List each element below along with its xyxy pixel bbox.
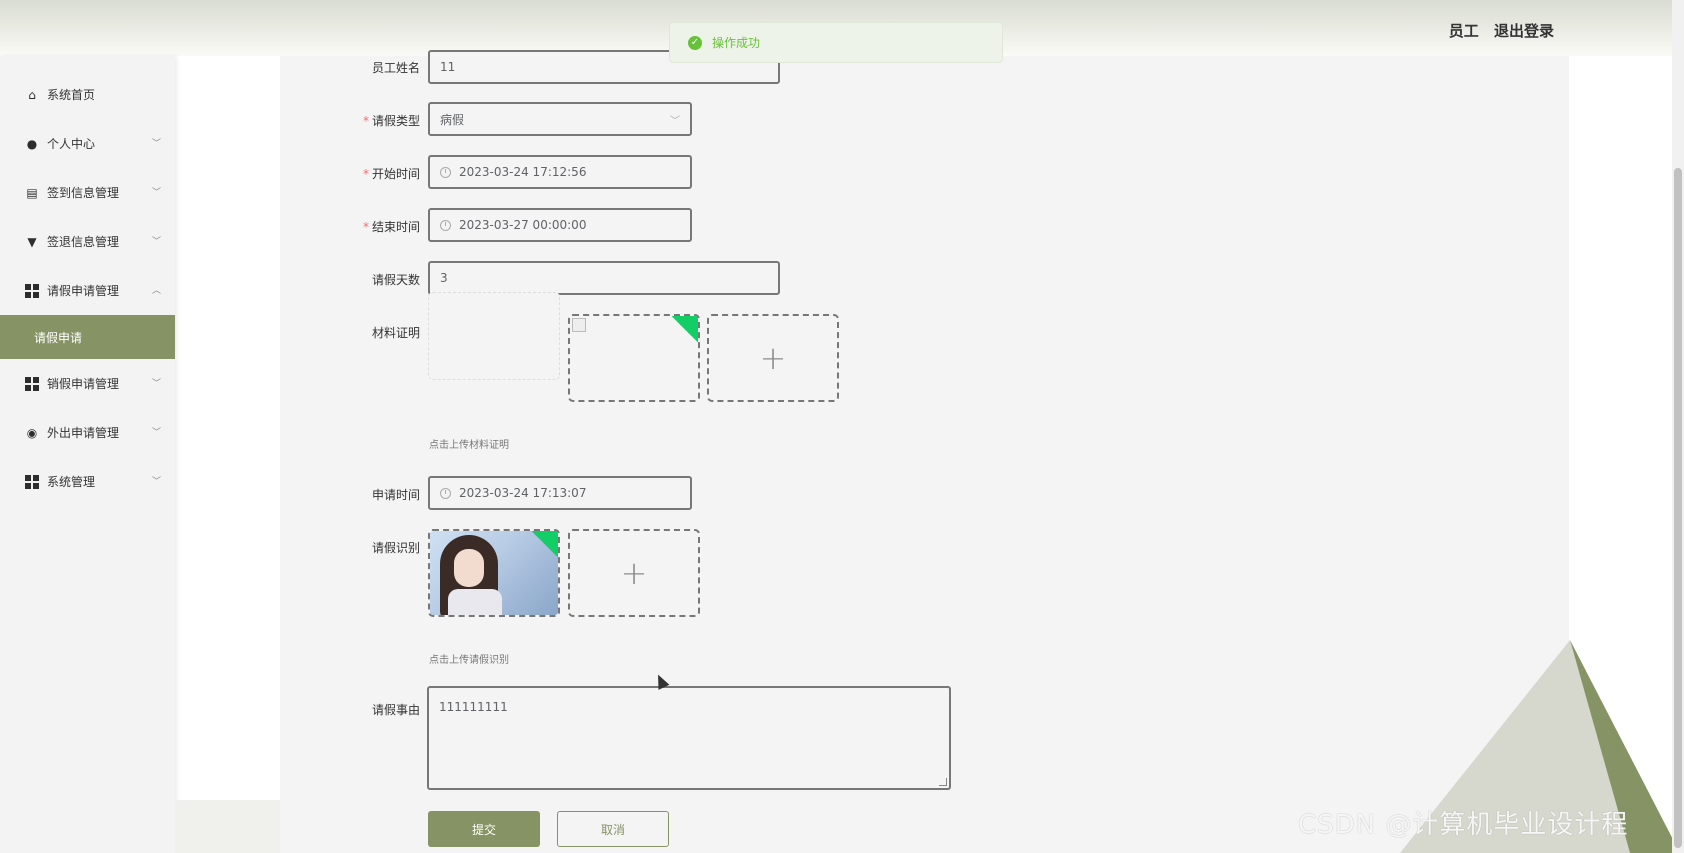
leave-identify-label: 请假识别	[371, 541, 420, 555]
employee-name-label: 员工姓名	[371, 61, 420, 75]
submit-button[interactable]: 提交	[428, 811, 540, 847]
check-circle-icon: ✓	[688, 35, 702, 50]
apply-time-label: 申请时间	[371, 488, 420, 502]
grid-icon	[25, 474, 39, 489]
sidebar-item-label: 请假申请管理	[47, 284, 120, 298]
apply-time-picker[interactable]: 2023-03-24 17:13:07	[428, 476, 692, 510]
header-user-area: 员工 退出登录	[1439, 20, 1554, 41]
start-time-picker[interactable]: 2023-03-24 17:12:56	[428, 155, 692, 189]
clipboard-icon: ▤	[26, 185, 38, 200]
scrollbar-thumb[interactable]	[1674, 168, 1682, 848]
leave-type-label: * 请假类型	[362, 114, 420, 128]
chevron-down-icon: ﹀	[151, 428, 161, 438]
role-label: 员工	[1448, 22, 1479, 40]
chevron-up-icon: ︿	[151, 286, 161, 296]
identify-upload-tip: 点击上传请假识别	[429, 655, 509, 666]
sidebar-item-personal-center[interactable]: ● 个人中心 ﹀	[0, 119, 175, 168]
identify-upload-item[interactable]	[428, 529, 560, 617]
sidebar-item-label: 个人中心	[47, 137, 96, 151]
sidebar-item-outing[interactable]: ◉ 外出申请管理 ﹀	[0, 408, 175, 457]
sidebar-item-signin[interactable]: ▤ 签到信息管理 ﹀	[0, 168, 175, 217]
uploaded-photo-thumbnail	[430, 531, 558, 615]
sidebar-item-cancel-leave[interactable]: 销假申请管理 ﹀	[0, 359, 175, 408]
chevron-down-icon: ﹀	[151, 477, 161, 487]
clock-icon	[440, 219, 451, 231]
success-corner-icon	[667, 316, 698, 346]
broken-image-icon	[572, 318, 586, 332]
leave-type-select[interactable]: 病假 ﹀	[428, 102, 692, 136]
end-time-label: * 结束时间	[362, 220, 420, 234]
chevron-down-icon: ﹀	[151, 188, 161, 198]
watermark-text: CSDN @计算机毕业设计程	[1298, 810, 1629, 840]
sidebar-item-label: 系统首页	[47, 88, 96, 102]
sidebar-item-label: 外出申请管理	[47, 426, 120, 440]
start-time-label: * 开始时间	[362, 167, 420, 181]
clock-icon	[440, 487, 451, 499]
plus-icon: +	[759, 339, 787, 377]
chevron-down-icon: ﹀	[151, 237, 161, 247]
stamp-icon: ▼	[27, 234, 37, 249]
logout-link[interactable]: 退出登录	[1494, 22, 1554, 40]
toast-message: 操作成功	[712, 36, 761, 50]
leave-days-label: 请假天数	[371, 273, 420, 287]
location-icon: ◉	[26, 425, 38, 440]
clock-icon	[440, 166, 451, 178]
success-toast: ✓ 操作成功	[669, 22, 1003, 63]
leave-days-field[interactable]: 3	[428, 261, 780, 295]
material-upload-item[interactable]	[568, 314, 700, 402]
page-scrollbar[interactable]	[1672, 0, 1684, 853]
resize-handle-icon[interactable]	[939, 778, 947, 786]
sidebar-item-system[interactable]: 系统管理 ﹀	[0, 457, 175, 506]
sidebar: ⌂ 系统首页 ● 个人中心 ﹀ ▤ 签到信息管理 ﹀ ▼ 签退信息管理 ﹀ 请假…	[0, 56, 175, 853]
identify-upload-button[interactable]: +	[568, 529, 700, 617]
sidebar-subitem-leave-apply[interactable]: 请假申请	[0, 315, 175, 359]
home-icon: ⌂	[28, 87, 36, 102]
chevron-down-icon: ﹀	[670, 116, 680, 127]
leave-reason-textarea[interactable]: 111111111	[427, 686, 951, 790]
sidebar-item-leave[interactable]: 请假申请管理 ︿	[0, 266, 175, 315]
sidebar-item-label: 签到信息管理	[47, 186, 120, 200]
sidebar-item-label: 系统管理	[47, 475, 96, 489]
sidebar-item-signout[interactable]: ▼ 签退信息管理 ﹀	[0, 217, 175, 266]
sidebar-item-home[interactable]: ⌂ 系统首页	[0, 70, 175, 119]
cancel-button[interactable]: 取消	[557, 811, 669, 847]
plus-icon: +	[620, 554, 648, 592]
chevron-down-icon: ﹀	[151, 379, 161, 389]
chevron-down-icon: ﹀	[151, 139, 161, 149]
grid-icon	[25, 283, 39, 298]
sidebar-item-label: 销假申请管理	[47, 377, 120, 391]
end-time-picker[interactable]: 2023-03-27 00:00:00	[428, 208, 692, 242]
sidebar-item-label: 签退信息管理	[47, 235, 120, 249]
material-proof-label: 材料证明	[371, 326, 420, 340]
upload-ghost-slot	[428, 292, 560, 380]
material-upload-button[interactable]: +	[707, 314, 839, 402]
user-icon: ●	[26, 136, 38, 151]
grid-icon	[25, 376, 39, 391]
leave-reason-label: 请假事由	[371, 703, 420, 717]
material-upload-tip: 点击上传材料证明	[429, 440, 509, 451]
